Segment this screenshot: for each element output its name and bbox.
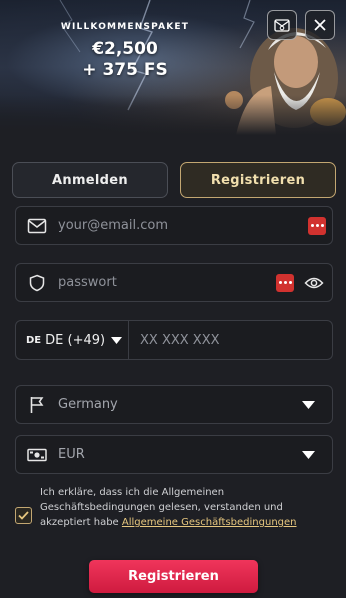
password-input[interactable] xyxy=(58,264,276,301)
chevron-down-icon xyxy=(302,400,332,409)
terms-text: Ich erkläre, dass ich die Allgemeinen Ge… xyxy=(40,485,333,530)
terms-consent: Ich erkläre, dass ich die Allgemeinen Ge… xyxy=(15,485,333,530)
chevron-down-icon xyxy=(111,336,123,344)
promo-amount: €2,500 xyxy=(92,39,158,59)
close-icon xyxy=(314,19,326,31)
chevron-down-icon xyxy=(302,450,332,459)
password-manager-icon[interactable] xyxy=(276,273,294,292)
tab-login[interactable]: Anmelden xyxy=(12,162,168,198)
register-button[interactable]: Registrieren xyxy=(89,560,258,593)
terms-link[interactable]: Allgemeine Geschäftsbedingungen xyxy=(122,517,297,528)
banner-fade xyxy=(0,95,346,135)
mail-icon xyxy=(16,207,58,244)
currency-value: EUR xyxy=(58,447,85,462)
terms-checkbox[interactable] xyxy=(15,507,32,524)
phone-number-wrap xyxy=(129,320,333,360)
shield-icon xyxy=(16,264,58,301)
auth-tabs: Anmelden Registrieren xyxy=(12,162,336,198)
password-field xyxy=(15,263,333,302)
country-code-value: DE (+49) xyxy=(45,332,106,348)
promo-bonus: + 375 FS xyxy=(82,60,168,80)
email-input[interactable] xyxy=(58,207,308,244)
email-field xyxy=(15,206,333,245)
banknote-icon xyxy=(16,436,58,473)
close-button[interactable] xyxy=(305,10,335,40)
country-flag: DE xyxy=(26,334,42,346)
mail-icon xyxy=(274,19,290,32)
country-select[interactable]: Germany xyxy=(15,385,333,424)
promo-subtitle: WILLKOMMENSPAKET xyxy=(60,22,190,32)
country-code-select[interactable]: DE DE (+49) xyxy=(15,320,129,360)
show-password-button[interactable] xyxy=(304,264,332,301)
eye-icon xyxy=(304,277,324,288)
check-icon xyxy=(18,511,29,520)
phone-field: DE DE (+49) xyxy=(15,320,333,360)
messages-button[interactable] xyxy=(267,10,297,40)
promo-text: WILLKOMMENSPAKET €2,500 + 375 FS xyxy=(0,22,250,81)
country-value: Germany xyxy=(58,397,118,412)
phone-input[interactable] xyxy=(140,321,332,359)
password-manager-icon[interactable] xyxy=(308,216,326,235)
flag-icon xyxy=(16,386,58,423)
tab-register[interactable]: Registrieren xyxy=(180,162,336,198)
currency-select[interactable]: EUR xyxy=(15,435,333,474)
